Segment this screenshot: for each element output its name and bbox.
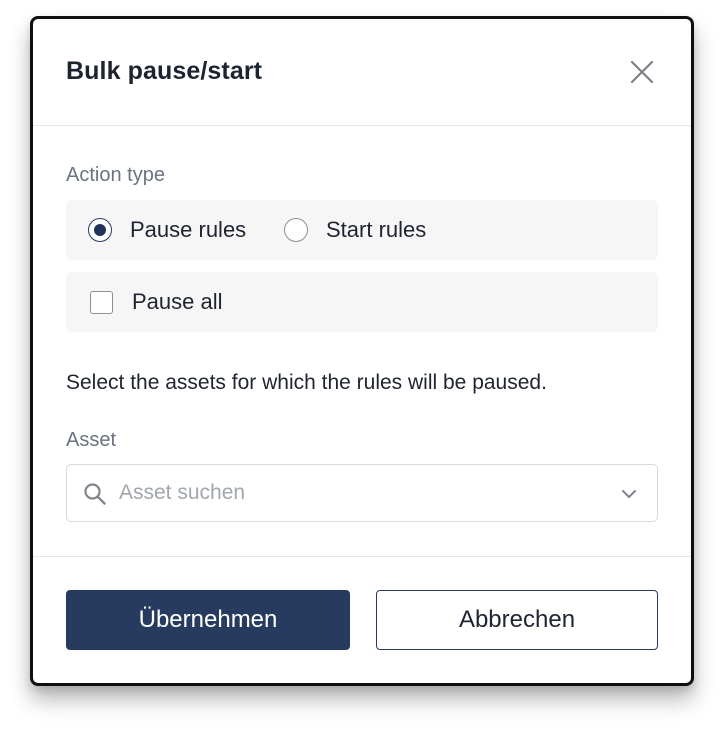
apply-button[interactable]: Übernehmen [66,590,350,650]
radio-pause-rules-label: Pause rules [130,217,247,242]
radio-pause-rules[interactable]: Pause rules [88,200,246,260]
radio-start-rules-indicator[interactable] [284,218,308,242]
radio-selected-dot [94,224,106,236]
asset-search-input[interactable] [119,465,579,521]
search-icon [83,482,107,511]
dialog-title: Bulk pause/start [66,57,263,85]
radio-start-rules-label: Start rules [326,217,427,242]
chevron-down-icon[interactable] [621,487,637,505]
radio-pause-rules-indicator[interactable] [88,218,112,242]
asset-label: Asset [66,429,117,451]
pause-all-label: Pause all [132,289,223,314]
asset-select[interactable] [66,464,658,522]
radio-start-rules[interactable]: Start rules [284,200,426,260]
bulk-pause-start-dialog: Bulk pause/start Action type Pause rules… [30,16,694,686]
screen-background: Bulk pause/start Action type Pause rules… [0,0,724,744]
close-icon [630,60,654,84]
helper-text: Select the assets for which the rules wi… [66,371,547,394]
footer-divider [33,556,691,557]
pause-all-checkbox-option[interactable]: Pause all [90,272,223,332]
dialog-header: Bulk pause/start [33,19,691,126]
pause-all-checkbox[interactable] [90,290,113,314]
action-type-label: Action type [66,164,165,186]
cancel-button[interactable]: Abbrechen [376,590,658,650]
action-type-radio-group: Pause rules Start rules [66,200,658,260]
pause-all-panel: Pause all [66,272,658,332]
close-button[interactable] [629,59,655,85]
